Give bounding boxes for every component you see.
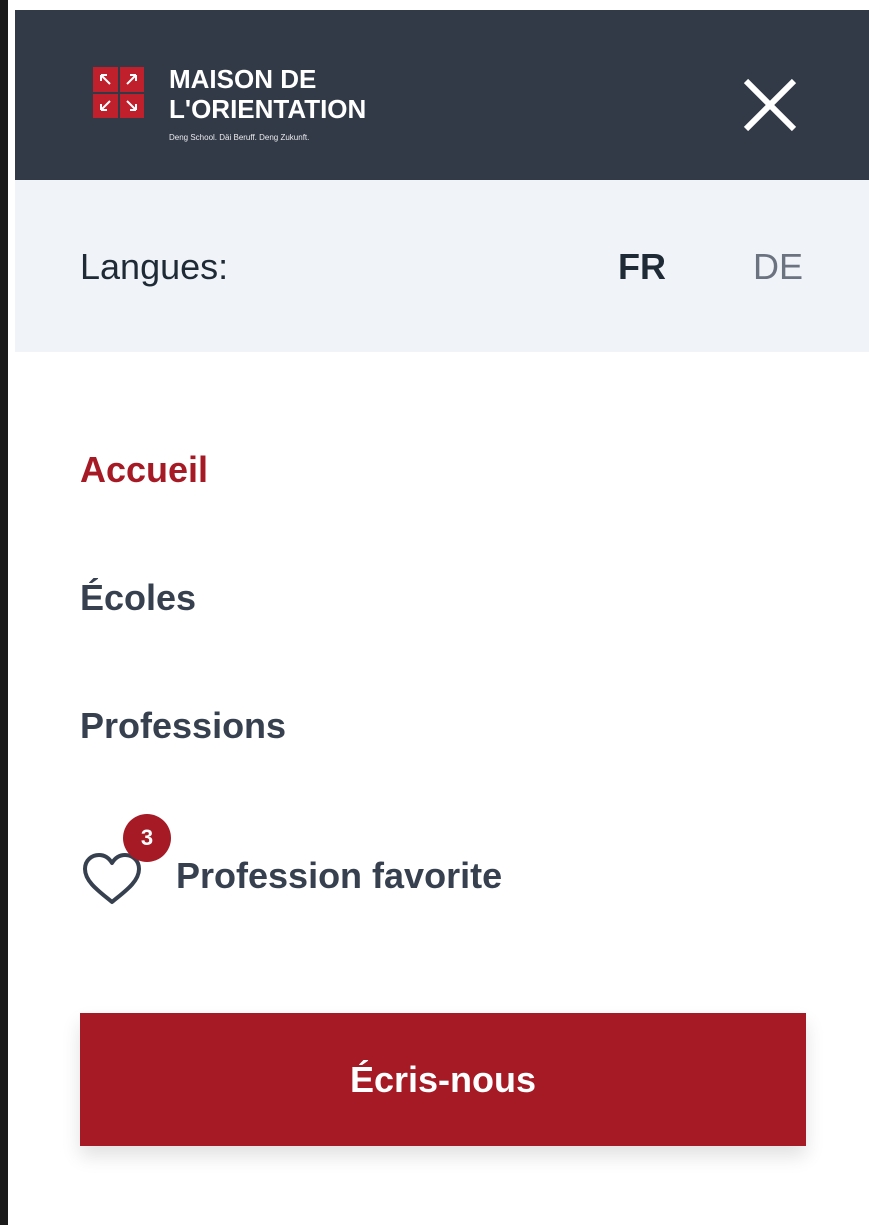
nav-item-ecoles[interactable]: Écoles [80,577,196,619]
logo[interactable]: MAISON DE L'ORIENTATION Deng School. Däi… [90,54,390,154]
favorite-label: Profession favorite [176,855,503,896]
window-top-strip [8,0,869,10]
logo-line-2: L'ORIENTATION [169,94,367,124]
favorite-count-badge: 3 [123,814,171,862]
language-option-fr[interactable]: FR [618,246,666,288]
logo-tagline: Deng School. Däi Beruff. Deng Zukunft. [169,133,310,142]
language-option-de[interactable]: DE [753,246,803,288]
contact-us-button[interactable]: Écris-nous [80,1013,806,1146]
logo-line-1: MAISON DE [169,64,317,94]
language-selector: Langues: FR DE [15,180,869,352]
language-label: Langues: [80,246,229,287]
nav-item-favorite-profession[interactable]: 3 Profession favorite [80,812,580,912]
logo-mark-icon [93,67,144,118]
window-left-edge [0,0,8,1225]
close-menu-button[interactable] [735,70,805,140]
nav-item-professions[interactable]: Professions [80,705,286,747]
logo-wordmark: MAISON DE L'ORIENTATION [169,64,366,124]
close-icon [743,78,797,132]
menu-header: MAISON DE L'ORIENTATION Deng School. Däi… [15,10,869,180]
nav-item-accueil[interactable]: Accueil [80,449,208,491]
